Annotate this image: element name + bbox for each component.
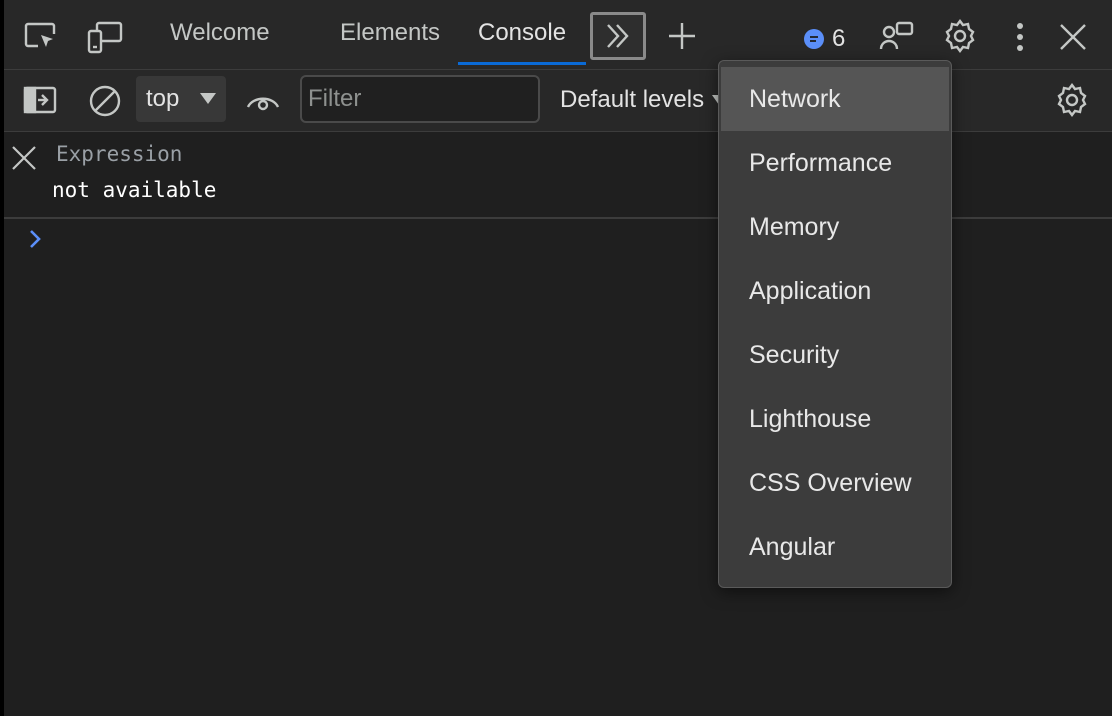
menu-item-label: Memory — [749, 212, 840, 241]
tab-welcome[interactable]: Welcome — [170, 0, 270, 66]
menu-item-label: Performance — [749, 148, 893, 177]
expression-input[interactable]: Expression — [56, 142, 182, 166]
remove-expression-close-icon[interactable] — [10, 144, 38, 172]
more-tabs-button[interactable] — [590, 12, 646, 60]
menu-item-label: CSS Overview — [749, 468, 912, 497]
menu-item-label: Application — [749, 276, 872, 305]
menu-item-label: Security — [749, 340, 840, 369]
menu-item-lighthouse[interactable]: Lighthouse — [719, 387, 951, 451]
menu-item-label: Angular — [749, 532, 836, 561]
tab-console[interactable]: Console — [478, 0, 566, 66]
menu-item-angular[interactable]: Angular — [719, 515, 951, 579]
active-tab-indicator — [458, 62, 586, 65]
prompt-chevron-icon — [30, 230, 41, 248]
console-prompt[interactable] — [28, 228, 42, 255]
menu-item-network[interactable]: Network — [721, 67, 949, 131]
menu-item-security[interactable]: Security — [719, 323, 951, 387]
close-icon[interactable] — [1056, 20, 1090, 54]
issues-counter[interactable]: 6 — [804, 22, 845, 56]
issues-count: 6 — [832, 25, 846, 52]
tab-welcome-label: Welcome — [170, 19, 270, 46]
menu-item-application[interactable]: Application — [719, 259, 951, 323]
inspect-element-icon[interactable] — [22, 18, 60, 56]
menu-item-performance[interactable]: Performance — [719, 131, 951, 195]
menu-item-css-overview[interactable]: CSS Overview — [719, 451, 951, 515]
devtools-window: Welcome Elements Console 6 top Filter De… — [0, 0, 1112, 716]
log-levels-label: Default levels — [560, 86, 705, 113]
more-tabs-icon — [607, 24, 629, 48]
menu-item-memory[interactable]: Memory — [719, 195, 951, 259]
device-toolbar-icon[interactable] — [86, 18, 124, 56]
settings-icon[interactable] — [940, 16, 980, 56]
log-levels-dropdown[interactable]: Default levels — [560, 80, 727, 120]
menu-item-label: Lighthouse — [749, 404, 872, 433]
customize-icon[interactable] — [878, 18, 916, 56]
filter-input[interactable] — [300, 75, 540, 123]
more-menu-icon[interactable] — [1010, 18, 1030, 56]
sidebar-toggle-icon[interactable] — [20, 82, 60, 118]
context-selector-value: top — [146, 85, 180, 112]
issues-icon — [804, 29, 824, 49]
add-tab-icon[interactable] — [666, 20, 698, 52]
menu-item-label: Network — [749, 84, 841, 113]
more-tabs-menu: Network Performance Memory Application S… — [718, 60, 952, 588]
chevron-down-icon — [200, 93, 216, 104]
console-settings-icon[interactable] — [1052, 80, 1092, 120]
context-selector[interactable]: top — [136, 76, 226, 122]
expression-value: not available — [52, 178, 217, 202]
tab-elements[interactable]: Elements — [340, 0, 440, 66]
live-expression-eye-icon[interactable] — [244, 84, 282, 118]
tab-console-label: Console — [478, 19, 567, 46]
clear-console-icon[interactable] — [86, 82, 124, 120]
tab-elements-label: Elements — [340, 19, 441, 46]
